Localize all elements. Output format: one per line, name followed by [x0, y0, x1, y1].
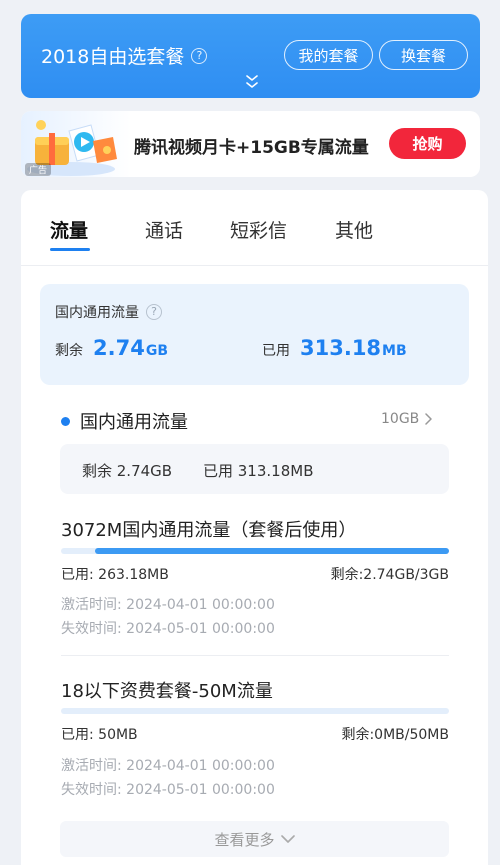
section-usage-box: 剩余 2.74GB 已用 313.18MB — [60, 444, 449, 494]
active-tab-indicator — [50, 248, 90, 251]
bullet-dot — [61, 416, 70, 426]
tab-bar: 流量 通话 短彩信 其他 — [21, 190, 488, 266]
package-usage-row: 已用: 263.18MB 剩余:2.74GB/3GB — [61, 564, 449, 584]
used-unit: MB — [382, 343, 407, 359]
summary-title: 国内通用流量 — [55, 305, 139, 321]
buy-button[interactable]: 抢购 — [389, 128, 466, 159]
section-used: 已用 313.18MB — [203, 462, 314, 480]
view-more-button[interactable]: 查看更多 — [60, 821, 449, 857]
expiry-time: 失效时间: 2024-05-01 00:00:00 — [61, 621, 275, 637]
plan-title: 2018自由选套餐 — [41, 46, 185, 68]
package-remaining: 剩余:0MB/50MB — [341, 727, 449, 743]
chevron-down-icon — [280, 834, 295, 843]
package-remaining: 剩余:2.74GB/3GB — [330, 567, 449, 583]
remaining-unit: GB — [145, 343, 168, 359]
summary-remaining: 剩余 2.74 GB — [55, 336, 168, 360]
section-total: 10GB — [381, 411, 420, 427]
help-icon[interactable]: ? — [191, 47, 208, 64]
summary-used: 已用 313.18 MB — [262, 336, 407, 360]
chevron-right-icon — [425, 413, 433, 425]
ad-text: 腾讯视频月卡+15GB专属流量 — [134, 138, 369, 158]
ad-tag: 广告 — [25, 163, 52, 176]
ad-banner[interactable]: 广告 腾讯视频月卡+15GB专属流量 抢购 — [21, 111, 480, 177]
usage-bar — [61, 548, 449, 554]
divider — [61, 655, 449, 656]
used-label: 已用 — [262, 343, 290, 359]
view-more-label: 查看更多 — [214, 830, 275, 849]
section-remaining: 剩余 2.74GB — [82, 462, 173, 480]
plan-title-group: 2018自由选套餐 ? — [41, 42, 208, 69]
tab-sms[interactable]: 短彩信 — [230, 216, 287, 243]
summary-title-group: 国内通用流量 ? — [55, 302, 162, 322]
activation-time: 激活时间: 2024-04-01 00:00:00 — [61, 597, 275, 613]
package-usage-row: 已用: 50MB 剩余:0MB/50MB — [61, 724, 449, 744]
tab-other[interactable]: 其他 — [335, 216, 373, 243]
remaining-value: 2.74 — [93, 336, 145, 360]
plan-header: 2018自由选套餐 ? 我的套餐 换套餐 — [21, 14, 480, 98]
help-icon[interactable]: ? — [146, 304, 162, 320]
my-plan-button[interactable]: 我的套餐 — [284, 40, 373, 70]
remaining-label: 剩余 — [55, 343, 83, 359]
tab-calls[interactable]: 通话 — [145, 216, 183, 243]
main-card: 流量 通话 短彩信 其他 国内通用流量 ? 剩余 2.74 GB 已用 313.… — [21, 190, 488, 865]
tab-data[interactable]: 流量 — [50, 216, 88, 243]
package-used: 已用: 263.18MB — [61, 567, 169, 583]
section-title: 国内通用流量 — [80, 412, 188, 433]
section-total-link[interactable]: 10GB — [381, 411, 433, 427]
change-plan-button[interactable]: 换套餐 — [379, 40, 468, 70]
expiry-time: 失效时间: 2024-05-01 00:00:00 — [61, 782, 275, 798]
usage-bar — [61, 708, 449, 714]
data-summary-card: 国内通用流量 ? 剩余 2.74 GB 已用 313.18 MB — [40, 284, 469, 385]
section-heading: 国内通用流量 — [61, 408, 188, 434]
package-title: 18以下资费套餐-50M流量 — [61, 681, 273, 702]
package-title: 3072M国内通用流量（套餐后使用） — [61, 520, 357, 541]
package-used: 已用: 50MB — [61, 727, 138, 743]
activation-time: 激活时间: 2024-04-01 00:00:00 — [61, 758, 275, 774]
usage-bar-fill — [94, 548, 449, 554]
used-value: 313.18 — [300, 336, 382, 360]
double-chevron-down-icon[interactable] — [246, 74, 258, 90]
